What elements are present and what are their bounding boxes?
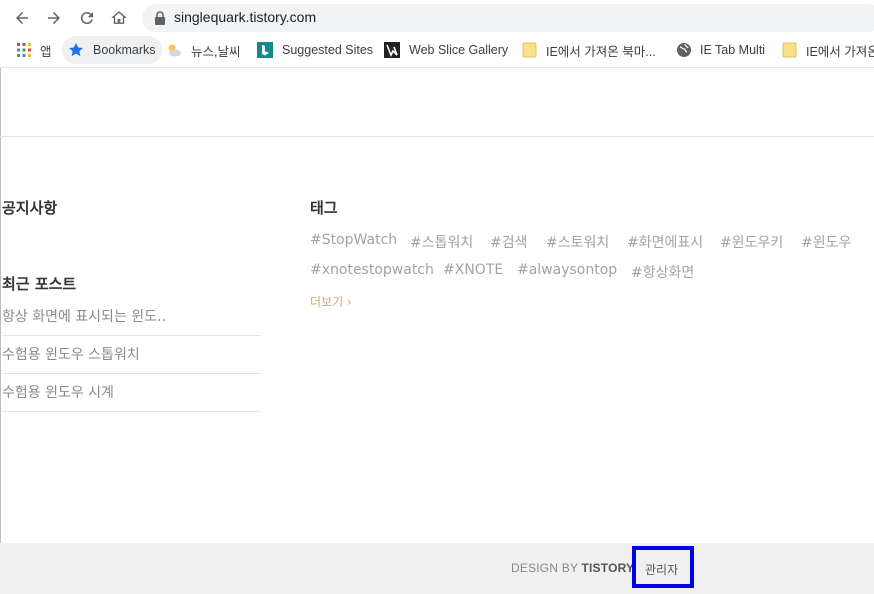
recent-post-item[interactable]: 수험용 윈도우 시계 [2, 374, 261, 412]
address-bar[interactable]: singlequark.tistory.com [142, 4, 874, 32]
bookmarks-bar: 앱 Bookmarks 뉴스,날씨 Suggested Sites Web Sl… [0, 36, 874, 64]
recent-post-item[interactable]: 수험용 윈도우 스톱워치 [2, 336, 261, 374]
web-slice-icon [384, 42, 400, 58]
bookmark-label: IE에서 가져온 [806, 44, 874, 59]
browser-toolbar: singlequark.tistory.com 앱 Bookmarks 뉴스,날… [0, 0, 874, 68]
tag-link[interactable]: #스톱워치 [410, 232, 473, 252]
bookmark-label: 뉴스,날씨 [191, 44, 241, 59]
tag-link[interactable]: #항상화면 [631, 262, 694, 282]
home-button[interactable] [107, 6, 131, 30]
reload-icon [80, 12, 93, 25]
bookmark-label: Web Slice Gallery [409, 43, 509, 57]
url-text: singlequark.tistory.com [174, 9, 317, 25]
back-button[interactable] [10, 6, 34, 30]
more-tags-link[interactable]: 더보기 › [310, 293, 352, 310]
bookmark-ie-folder-2[interactable]: IE에서 가져온 [782, 36, 874, 64]
tag-link[interactable]: #alwaysontop [517, 262, 617, 278]
window-edge [0, 68, 1, 594]
notice-title: 공지사항 [2, 199, 58, 217]
bookmark-bookmarks[interactable]: Bookmarks [62, 36, 162, 64]
recent-posts-title: 최근 포스트 [2, 275, 77, 293]
bookmark-ie-tab-multi[interactable]: IE Tab Multi [676, 36, 765, 64]
footer: DESIGN BY TISTORY 관리자 [0, 543, 874, 594]
tag-link[interactable]: #검색 [490, 232, 528, 252]
tag-link[interactable]: #스토워치 [546, 232, 609, 252]
reload-button[interactable] [75, 6, 99, 30]
tag-link[interactable]: #윈도우키 [720, 232, 783, 252]
globe-icon [677, 43, 691, 57]
arrow-left-icon [16, 12, 28, 24]
tag-link[interactable]: #화면에표시 [627, 232, 703, 252]
tag-link[interactable]: #xnotestopwatch [310, 262, 434, 278]
bookmark-suggested-sites[interactable]: Suggested Sites [257, 36, 373, 64]
lock-icon [155, 11, 165, 25]
tag-link[interactable]: #StopWatch [310, 232, 397, 248]
recent-post-item[interactable]: 항상 화면에 표시되는 윈도.. [2, 298, 261, 336]
bookmark-web-slice-gallery[interactable]: Web Slice Gallery [384, 36, 508, 64]
star-icon [69, 43, 83, 57]
header-divider [0, 136, 874, 137]
home-icon [111, 11, 127, 24]
forward-button[interactable] [42, 6, 66, 30]
tags-title: 태그 [310, 199, 338, 217]
folder-icon [522, 42, 537, 58]
bookmark-news-weather[interactable]: 뉴스,날씨 [166, 36, 240, 64]
arrow-right-icon [48, 12, 60, 24]
admin-link[interactable]: 관리자 [645, 561, 678, 578]
bookmark-label: IE에서 가져온 북마... [546, 44, 656, 59]
bookmark-label: Bookmarks [93, 43, 156, 57]
folder-icon [782, 42, 797, 58]
bing-icon [257, 42, 273, 58]
tistory-link[interactable]: TISTORY [581, 561, 634, 575]
bookmark-apps[interactable]: 앱 [16, 36, 52, 64]
tag-link[interactable]: #XNOTE [443, 262, 503, 278]
design-by-label: DESIGN BY [511, 561, 578, 575]
bookmark-ie-folder-1[interactable]: IE에서 가져온 북마... [522, 36, 656, 64]
bookmark-label: Suggested Sites [282, 43, 374, 57]
tag-link[interactable]: #윈도우 [801, 232, 851, 252]
design-credit: DESIGN BY TISTORY [511, 561, 634, 575]
weather-icon [168, 44, 181, 57]
apps-grid-icon [17, 43, 31, 57]
bookmark-label: 앱 [40, 44, 52, 59]
bookmark-label: IE Tab Multi [700, 43, 766, 57]
